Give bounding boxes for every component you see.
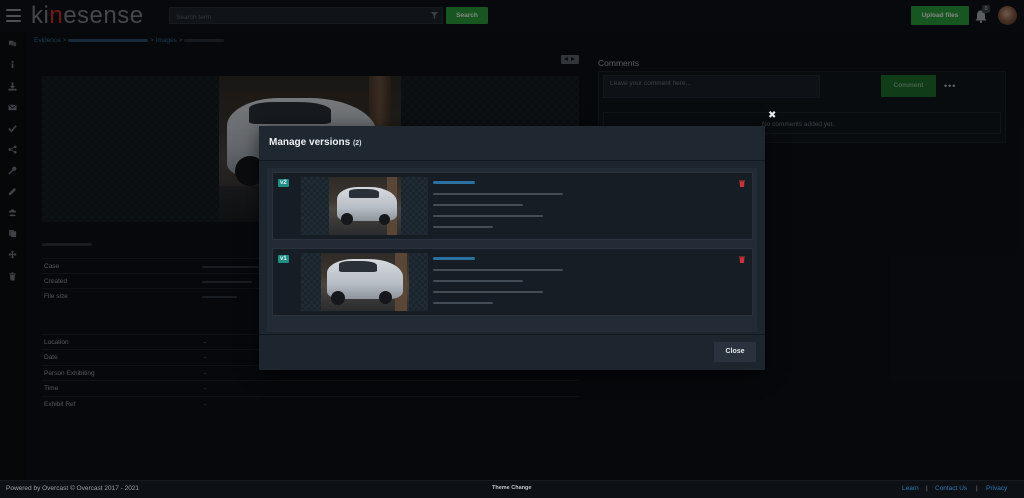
close-button[interactable]: Close (714, 342, 756, 362)
contact-us-link[interactable]: Contact Us (935, 485, 967, 492)
version-thumbnail[interactable] (301, 253, 428, 311)
version-detail-redacted (433, 204, 523, 206)
version-detail-redacted (433, 302, 493, 304)
version-card-v2[interactable]: v2 (272, 172, 753, 240)
version-badge: v2 (278, 179, 289, 187)
modal-header: Manage versions (2) (259, 126, 765, 161)
version-count: (2) (352, 140, 362, 147)
versions-list: v2 v1 (267, 168, 757, 332)
version-file-name-redacted[interactable] (433, 181, 475, 184)
version-detail-redacted (433, 269, 563, 271)
version-detail-redacted (433, 193, 563, 195)
version-detail-redacted (433, 226, 493, 228)
delete-version-trash-icon[interactable] (739, 180, 745, 187)
manage-versions-modal: Manage versions (2) v2 v1 Close (259, 126, 765, 370)
version-card-v1[interactable]: v1 (272, 248, 753, 316)
version-detail-redacted (433, 280, 523, 282)
modal-footer (259, 334, 765, 371)
version-detail-redacted (433, 291, 543, 293)
delete-version-trash-icon[interactable] (739, 256, 745, 263)
powered-by-text: Powered by Overcast © Overcast 2017 - 20… (6, 485, 140, 492)
version-thumbnail[interactable] (301, 177, 428, 235)
version-file-name-redacted[interactable] (433, 257, 475, 260)
privacy-link[interactable]: Privacy (986, 485, 1007, 492)
footer: Powered by Overcast © Overcast 2017 - 20… (0, 480, 1024, 498)
close-icon[interactable]: ✖ (768, 110, 776, 121)
modal-title: Manage versions (2) (269, 137, 362, 148)
learn-link[interactable]: Learn (902, 485, 919, 492)
version-detail-redacted (433, 215, 543, 217)
version-badge: v1 (278, 255, 289, 263)
theme-change-link[interactable]: Theme Change (492, 485, 531, 491)
